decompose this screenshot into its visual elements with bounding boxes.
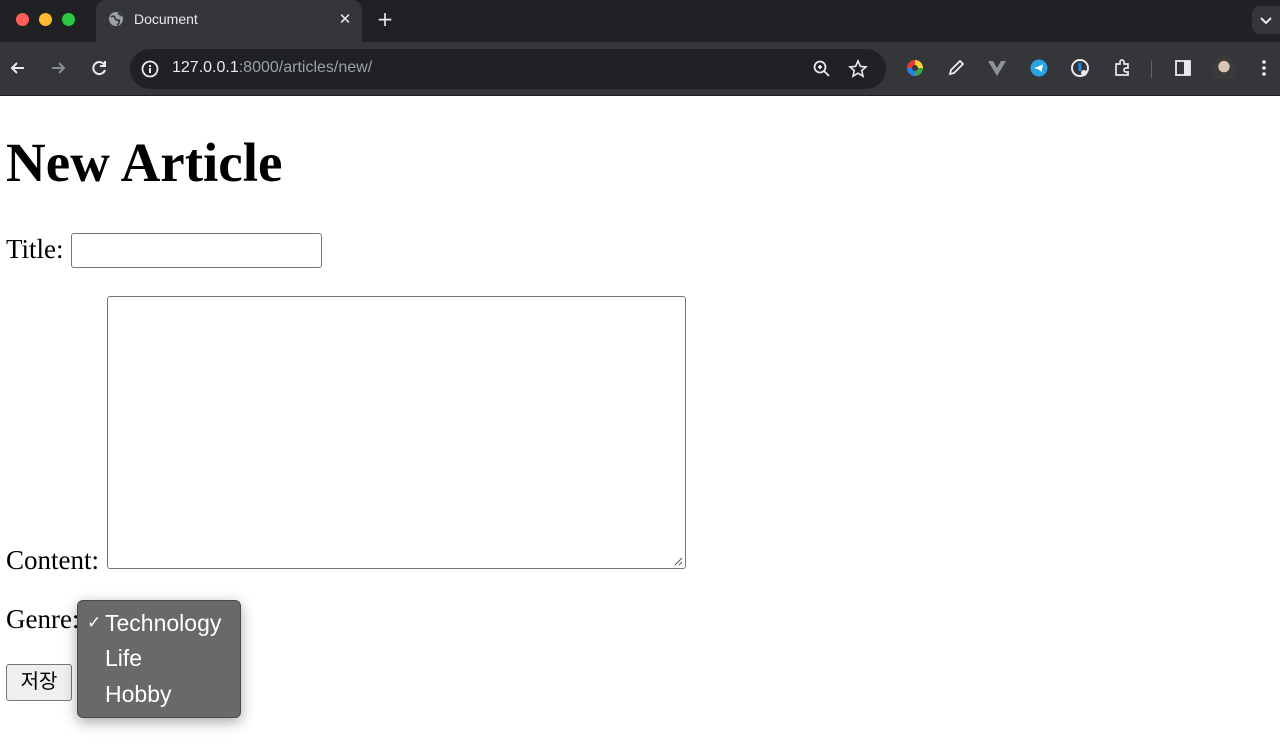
tab-close-icon[interactable]: ✕: [336, 10, 354, 28]
site-info-icon[interactable]: [140, 59, 160, 79]
tab-bar: Document ✕ +: [0, 0, 1280, 42]
tab-title: Document: [134, 11, 198, 27]
chevron-down-icon: [1260, 17, 1272, 25]
option-label: Hobby: [105, 681, 172, 707]
minimize-window-button[interactable]: [39, 13, 52, 26]
title-input[interactable]: [71, 233, 322, 268]
browser-toolbar: 127.0.0.1:8000/articles/new/: [0, 42, 1280, 96]
genre-select-dropdown[interactable]: ✓ Technology Life Hobby: [77, 600, 241, 718]
reload-icon[interactable]: [89, 58, 109, 78]
genre-option-hobby[interactable]: Hobby: [78, 677, 240, 711]
resize-grip-icon[interactable]: [673, 556, 683, 566]
toolbar-divider: [1151, 60, 1152, 78]
more-menu-icon[interactable]: [1256, 58, 1272, 78]
maximize-window-button[interactable]: [62, 13, 75, 26]
password-manager-icon[interactable]: [1070, 58, 1090, 78]
telegram-icon[interactable]: [1029, 58, 1049, 78]
browser-tab[interactable]: Document ✕: [96, 0, 362, 42]
forward-arrow-icon[interactable]: [48, 58, 68, 78]
zoom-icon[interactable]: [812, 59, 832, 79]
genre-option-technology[interactable]: ✓ Technology: [78, 606, 240, 640]
back-arrow-icon[interactable]: [8, 58, 28, 78]
address-bar[interactable]: 127.0.0.1:8000/articles/new/: [130, 49, 886, 89]
close-window-button[interactable]: [16, 13, 29, 26]
content-label: Content:: [6, 545, 99, 575]
vue-devtools-icon[interactable]: [987, 58, 1007, 78]
globe-icon: [109, 12, 123, 26]
profile-avatar[interactable]: [1212, 57, 1236, 81]
page-title: New Article: [6, 132, 283, 193]
option-label: Life: [105, 645, 143, 671]
tab-search-button[interactable]: [1252, 6, 1280, 34]
content-textarea[interactable]: [107, 296, 686, 569]
puzzle-extensions-icon[interactable]: [1112, 58, 1132, 78]
genre-label: Genre:: [6, 604, 80, 634]
save-button[interactable]: 저장: [6, 664, 72, 701]
eyedropper-icon[interactable]: [946, 58, 966, 78]
color-wheel-icon[interactable]: [905, 58, 925, 78]
new-tab-button[interactable]: +: [375, 9, 395, 29]
bookmark-star-icon[interactable]: [848, 59, 868, 79]
side-panel-icon[interactable]: [1173, 58, 1193, 78]
option-label: Technology: [105, 610, 222, 636]
title-label: Title:: [6, 234, 64, 264]
checkmark-icon: ✓: [87, 613, 102, 633]
url-path: :8000/articles/new/: [238, 59, 373, 76]
genre-option-life[interactable]: Life: [78, 641, 240, 675]
url-host: 127.0.0.1: [172, 59, 239, 76]
url-text[interactable]: 127.0.0.1:8000/articles/new/: [172, 59, 372, 77]
